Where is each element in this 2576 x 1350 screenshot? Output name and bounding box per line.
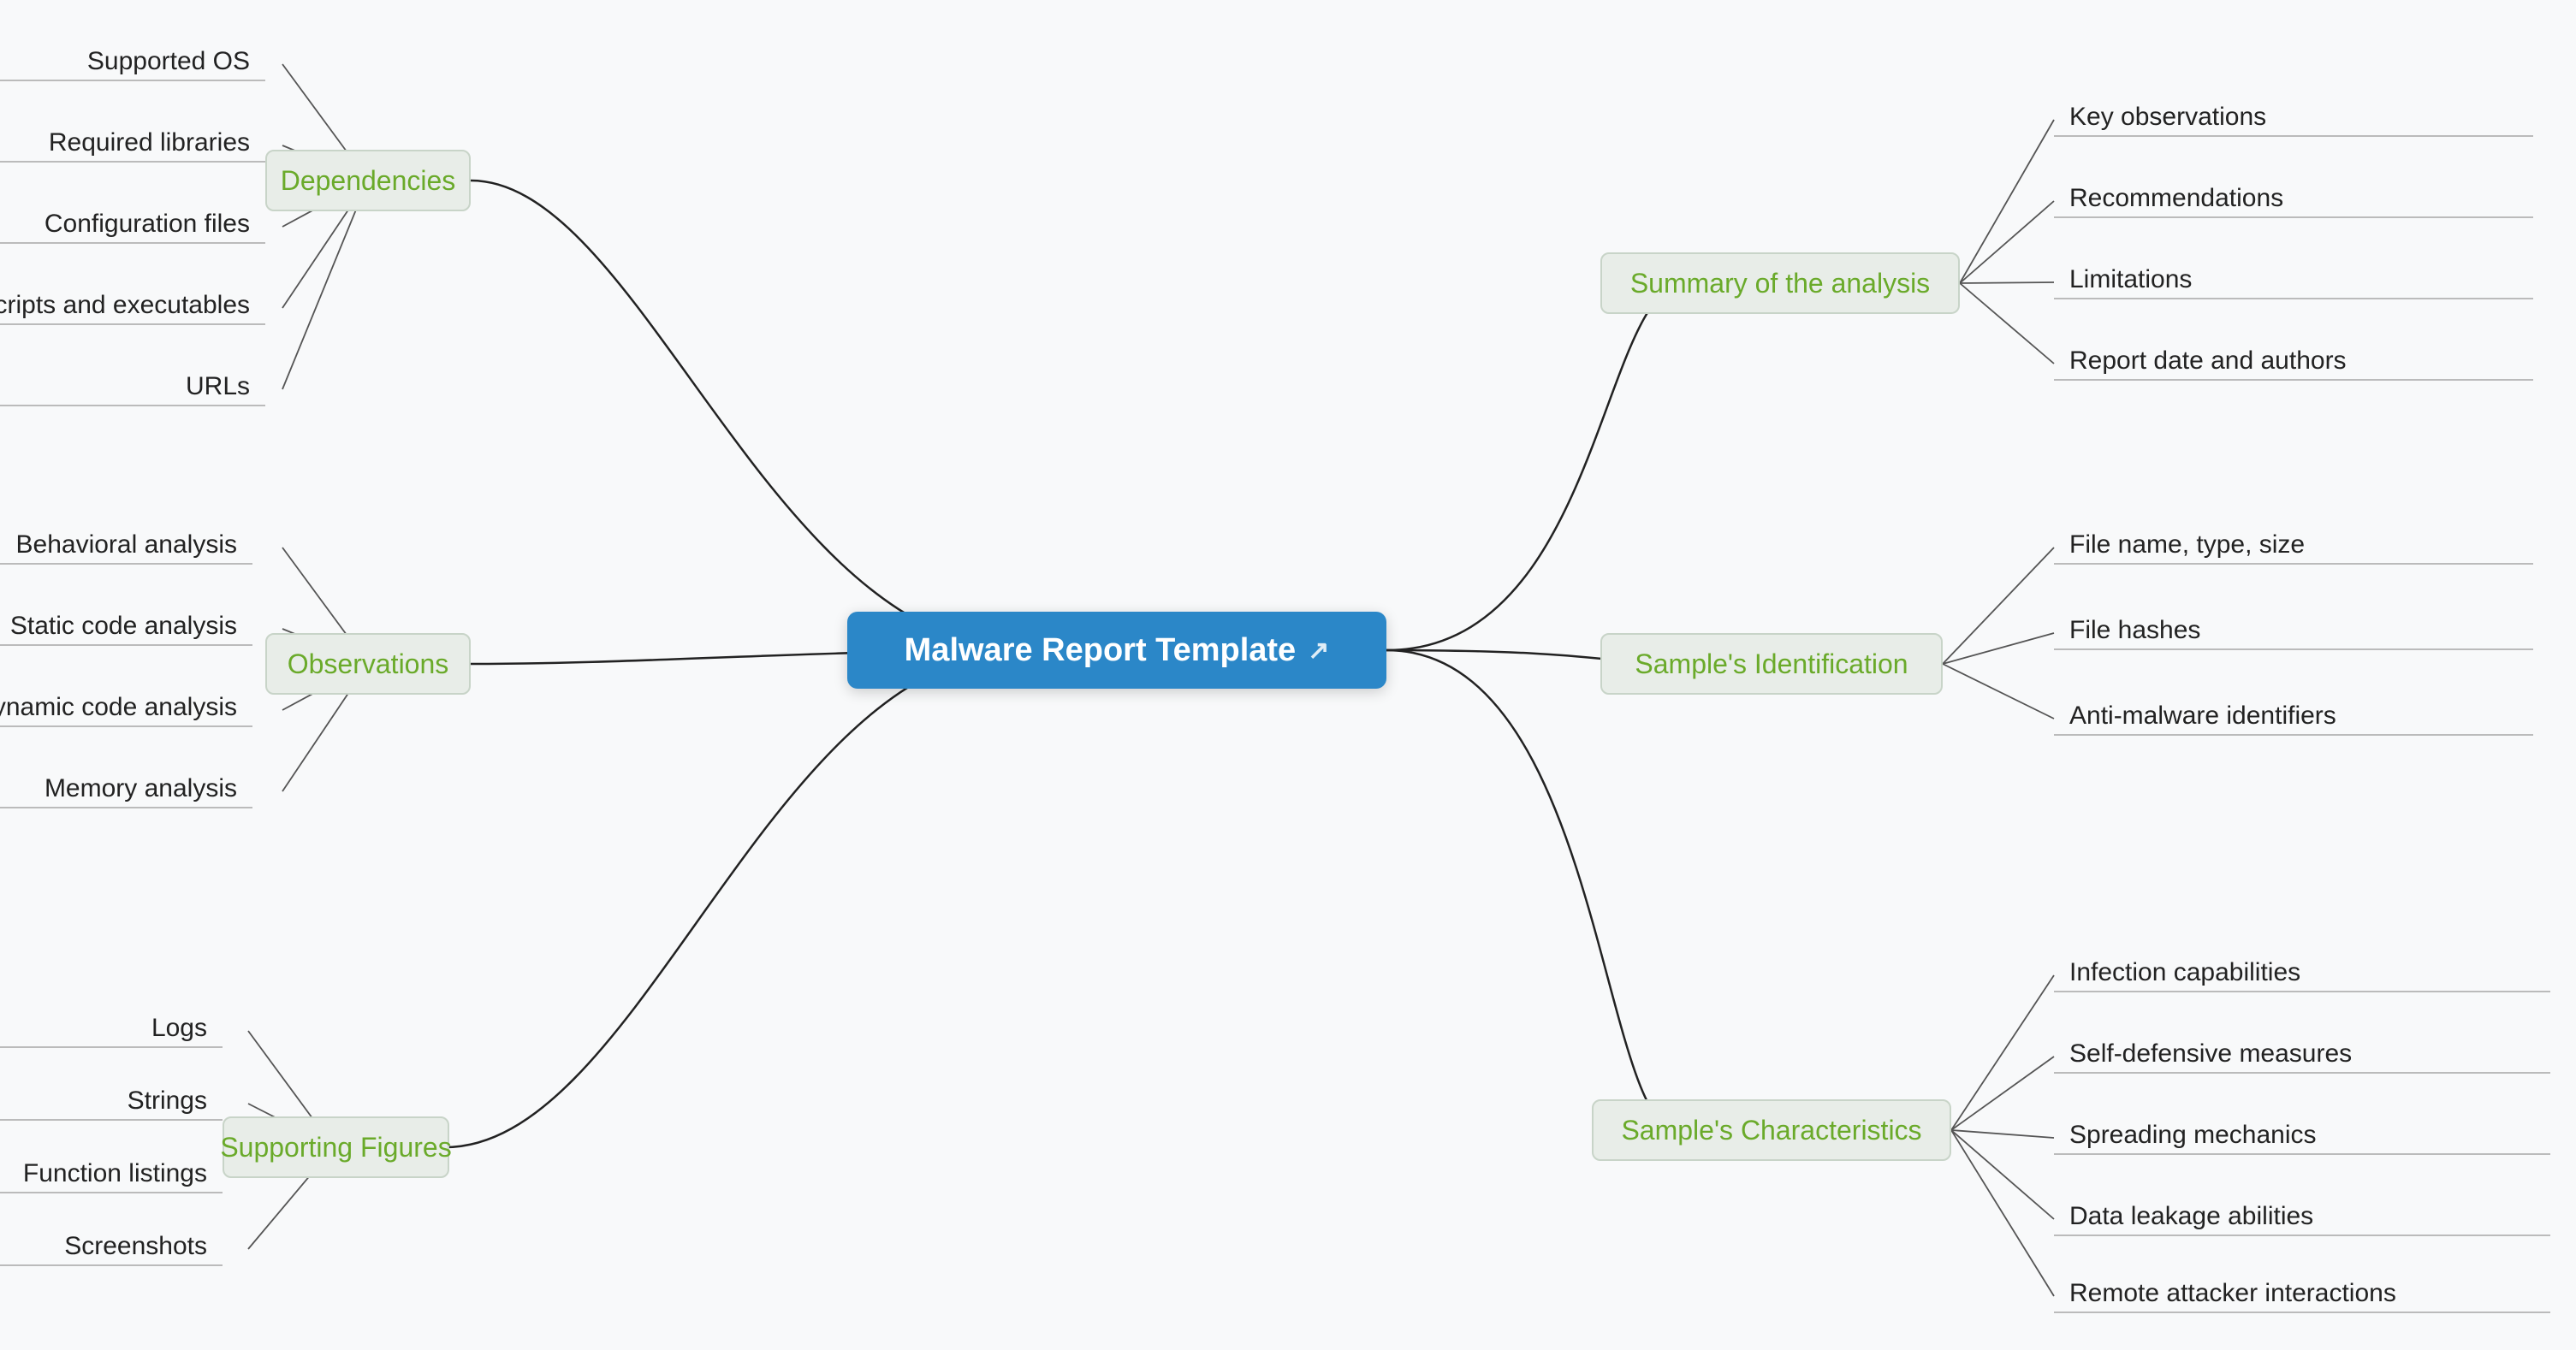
external-link-icon: ↗ (1308, 636, 1329, 666)
leaf-urls: URLs (0, 372, 265, 406)
leaf-supported-os: Supported OS (0, 47, 265, 81)
leaf-file-hashes: File hashes (2054, 616, 2533, 650)
leaf-memory-analysis: Memory analysis (0, 774, 252, 808)
branch-sample-characteristics[interactable]: Sample's Characteristics (1592, 1099, 1951, 1161)
leaf-recommendations: Recommendations (2054, 184, 2533, 218)
leaf-report-date-authors: Report date and authors (2054, 346, 2533, 381)
mindmap-container: Malware Report Template ↗ Dependencies S… (0, 0, 2576, 1350)
leaf-required-libraries: Required libraries (0, 128, 265, 163)
leaf-file-name-type-size: File name, type, size (2054, 530, 2533, 565)
branch-summary-label: Summary of the analysis (1630, 268, 1930, 299)
center-node[interactable]: Malware Report Template ↗ (847, 612, 1386, 689)
leaf-self-defensive-measures: Self-defensive measures (2054, 1039, 2550, 1074)
leaf-remote-attacker-interactions: Remote attacker interactions (2054, 1279, 2550, 1313)
leaf-limitations: Limitations (2054, 265, 2533, 299)
leaf-screenshots: Screenshots (0, 1232, 223, 1266)
leaf-strings: Strings (0, 1087, 223, 1121)
leaf-static-code: Static code analysis (0, 612, 252, 646)
branch-sample-identification-label: Sample's Identification (1635, 648, 1908, 680)
leaf-key-observations: Key observations (2054, 103, 2533, 137)
branch-summary[interactable]: Summary of the analysis (1600, 252, 1960, 314)
leaf-infection-capabilities: Infection capabilities (2054, 958, 2550, 992)
branch-sample-characteristics-label: Sample's Characteristics (1621, 1115, 1921, 1146)
leaf-function-listings: Function listings (0, 1159, 223, 1193)
branch-dependencies[interactable]: Dependencies (265, 150, 471, 211)
branch-supporting-figures-label: Supporting Figures (220, 1132, 451, 1163)
leaf-scripts-executables: Scripts and executables (0, 291, 265, 325)
leaf-configuration-files: Configuration files (0, 210, 265, 244)
leaf-behavioral-analysis: Behavioral analysis (0, 530, 252, 565)
leaf-data-leakage-abilities: Data leakage abilities (2054, 1202, 2550, 1236)
center-label: Malware Report Template (905, 632, 1297, 669)
leaf-spreading-mechanics: Spreading mechanics (2054, 1121, 2550, 1155)
branch-dependencies-label: Dependencies (281, 165, 456, 197)
branch-supporting-figures[interactable]: Supporting Figures (223, 1116, 449, 1178)
branch-observations[interactable]: Observations (265, 633, 471, 695)
leaf-anti-malware-identifiers: Anti-malware identifiers (2054, 702, 2533, 736)
branch-sample-identification[interactable]: Sample's Identification (1600, 633, 1943, 695)
leaf-logs: Logs (0, 1014, 223, 1048)
branch-observations-label: Observations (288, 648, 449, 680)
leaf-dynamic-code: Dynamic code analysis (0, 693, 252, 727)
